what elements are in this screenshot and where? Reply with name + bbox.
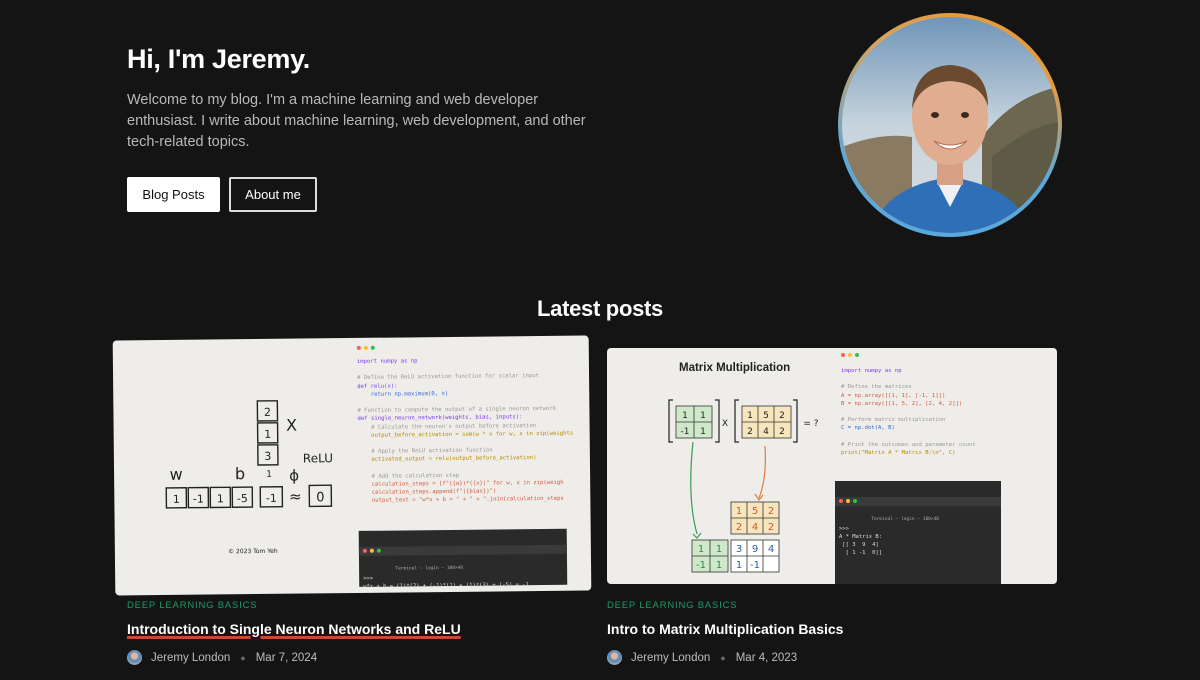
- author-name[interactable]: Jeremy London: [631, 652, 710, 664]
- window-dots: [356, 345, 375, 350]
- weight-value: -1: [193, 493, 204, 506]
- author-avatar: [127, 650, 142, 665]
- hero-title: Hi, I'm Jeremy.: [127, 44, 311, 74]
- portrait-illustration: [842, 17, 1058, 233]
- terminal-line: [[ 3 9 4]: [839, 542, 879, 548]
- result-cell: -1: [750, 560, 760, 571]
- terminal-bar: Terminal — login — 100×40: [835, 497, 1001, 522]
- matrix-a-cell: 1: [700, 427, 706, 437]
- terminal-bar: Terminal — login — 100×40: [358, 544, 567, 572]
- terminal-title: Terminal — login — 100×40: [395, 565, 464, 572]
- matrix-b-cell: 5: [763, 411, 769, 421]
- code-line: # Define the matrices: [841, 384, 912, 391]
- result-cell: 4: [768, 544, 774, 555]
- code-line: # Print the outcomes and parameter count: [841, 441, 976, 448]
- code-line: import numpy as np: [841, 368, 902, 374]
- matrix-a-copy-cell: 1: [716, 560, 722, 571]
- post-meta: Jeremy London ● Mar 4, 2023: [607, 650, 797, 665]
- result-cell: 3: [736, 544, 742, 555]
- post-title-link[interactable]: Introduction to Single Neuron Networks a…: [127, 621, 461, 637]
- post-date: Mar 4, 2023: [735, 651, 798, 664]
- matrix-b-copy-cell: 5: [752, 506, 758, 517]
- terminal-window: Terminal — login — 100×40 >>> w*x + b = (…: [358, 528, 568, 595]
- weight-value: 1: [173, 493, 180, 506]
- thumbnail-credit: © 2023 Tom Yeh: [228, 548, 278, 556]
- matrix-a-cell: 1: [682, 411, 688, 421]
- post-category[interactable]: DEEP LEARNING BASICS: [607, 600, 737, 611]
- weight-value: 1: [217, 492, 224, 505]
- input-value: 2: [264, 406, 271, 419]
- hero-intro: Welcome to my blog. I'm a machine learni…: [127, 92, 586, 150]
- times-symbol: X: [722, 419, 728, 429]
- matrix-b-cell: 1: [747, 411, 753, 421]
- matrix-a-cell: 1: [700, 411, 706, 421]
- equals-symbol: = ?: [803, 419, 818, 429]
- matrix-b-cell: 2: [779, 411, 785, 421]
- separator-dot: ●: [240, 652, 246, 663]
- terminal-output: >>> w*x + b = (1)*(2) + (-1)*(1) + (1)*(3…: [359, 570, 567, 596]
- input-value: 1: [264, 428, 271, 441]
- matrix-b-copy-cell: 4: [752, 522, 758, 533]
- x-label: X: [286, 416, 297, 435]
- separator-dot: ●: [720, 652, 726, 663]
- blog-posts-button[interactable]: Blog Posts: [127, 177, 220, 212]
- input-value: 3: [264, 450, 271, 463]
- code-line: C = np.dot(A, B): [841, 425, 895, 432]
- matrix-a-copy-cell: -1: [696, 560, 706, 571]
- output-value: 0: [316, 490, 324, 505]
- code-line: # Perform matrix multiplication: [841, 417, 946, 424]
- matrix-heading: Matrix Multiplication: [679, 362, 790, 374]
- author-avatar: [607, 650, 622, 665]
- avatar: [838, 13, 1062, 237]
- matrix-a-cell: -1: [681, 427, 690, 437]
- matrix-b-cell: 2: [779, 427, 785, 437]
- post-meta: Jeremy London ● Mar 7, 2024: [127, 650, 317, 665]
- code-snippet: import numpy as np # Define the matrices…: [841, 367, 976, 457]
- matrix-b-copy-cell: 1: [736, 506, 742, 517]
- code-line: print("Matrix A * Matrix B:\n", C): [841, 450, 956, 457]
- result-cell: 1: [736, 560, 742, 571]
- relu-label: ReLU: [303, 451, 333, 465]
- terminal-window: Terminal — login — 100×40 >>> A * Matrix …: [835, 481, 1001, 584]
- code-snippet: import numpy as np # Define the ReLU act…: [357, 356, 574, 506]
- bias-value: -1: [266, 492, 277, 505]
- matrix-a-copy-cell: 1: [698, 544, 704, 555]
- matrix-b-copy-cell: 2: [768, 522, 774, 533]
- post-thumbnail[interactable]: Matrix Multiplication 1 1 -1 1 1 5 2 2 4…: [607, 348, 1057, 584]
- w-label: w: [169, 465, 182, 484]
- matrix-b-copy-cell: 2: [736, 522, 742, 533]
- matrix-b-cell: 2: [747, 427, 753, 437]
- weight-value: -5: [237, 492, 248, 505]
- post-thumbnail[interactable]: 2 1 3 1 -1 1 -5 -1 0 w b X ϕ ReLU ≈ 1 © …: [112, 335, 592, 596]
- one-label: 1: [266, 470, 272, 480]
- post-category[interactable]: DEEP LEARNING BASICS: [127, 600, 257, 611]
- matrix-b-cell: 4: [763, 427, 769, 437]
- approx-label: ≈: [289, 488, 302, 506]
- terminal-line: A * Matrix B:: [839, 534, 883, 540]
- avatar-photo: [842, 17, 1058, 233]
- terminal-line: [ 1 -1 0]]: [839, 550, 883, 556]
- matrix-b-copy-cell: 2: [768, 506, 774, 517]
- terminal-line: ReLU: -1 → 0 because -1 is negative.: [363, 590, 483, 596]
- post-title-link[interactable]: Intro to Matrix Multiplication Basics: [607, 621, 843, 637]
- code-line: B = np.array([[1, 5, 2], [2, 4, 2]]): [841, 400, 963, 407]
- section-title: Latest posts: [537, 296, 663, 321]
- result-cell: 9: [752, 544, 758, 555]
- matrix-a-copy-cell: 1: [716, 544, 722, 555]
- window-dots: [841, 353, 859, 357]
- post-date: Mar 7, 2024: [255, 651, 318, 664]
- terminal-title: Terminal — login — 100×40: [871, 517, 939, 522]
- about-me-button[interactable]: About me: [229, 177, 317, 212]
- phi-label: ϕ: [289, 467, 299, 485]
- code-line: A = np.array([[1, 1], [-1, 1]]): [841, 392, 946, 399]
- b-label: b: [235, 464, 245, 483]
- author-name[interactable]: Jeremy London: [151, 652, 230, 664]
